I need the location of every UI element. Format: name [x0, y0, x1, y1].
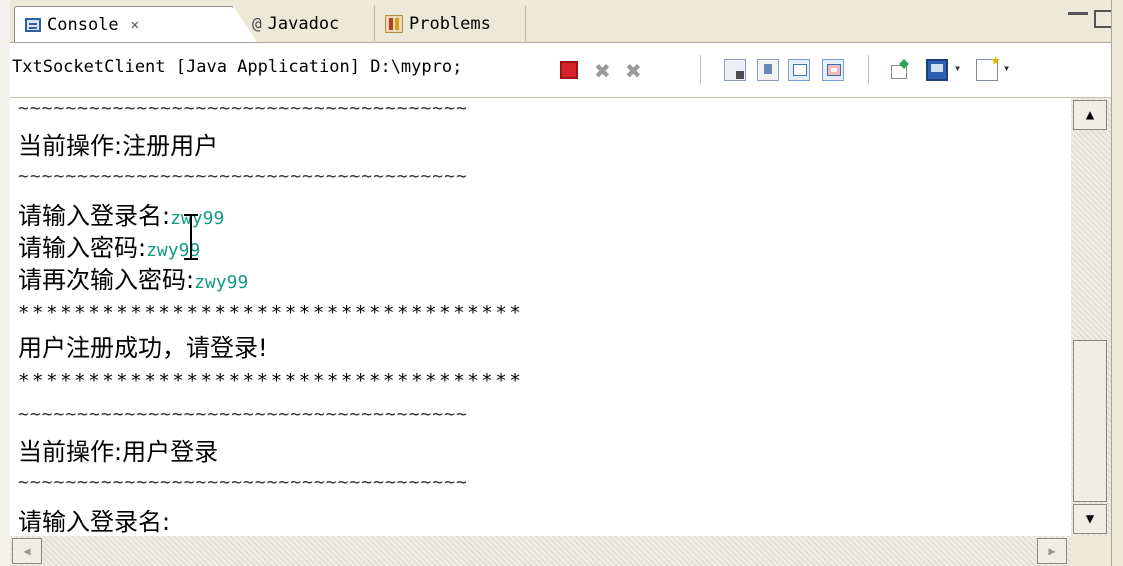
display-selected-console-icon[interactable] — [926, 59, 948, 81]
console-toolbar: TxtSocketClient [Java Application] D:\my… — [10, 43, 1111, 98]
terminate-icon[interactable] — [560, 61, 578, 79]
console-line: ~~~~~~~~~~~~~~~~~~~~~~~~~~~~~~~~~~~~~~ — [18, 472, 468, 493]
console-line: ************************************ — [18, 370, 524, 392]
show-stderr-icon[interactable] — [822, 59, 844, 81]
scroll-up-button[interactable]: ▲ — [1073, 100, 1107, 130]
clear-console-icon[interactable] — [724, 59, 746, 81]
vertical-scrollbar[interactable]: ▲ ▼ — [1071, 98, 1111, 536]
console-line: ~~~~~~~~~~~~~~~~~~~~~~~~~~~~~~~~~~~~~~ — [18, 404, 468, 425]
console-icon — [25, 17, 41, 32]
remove-launch-icon[interactable]: ✖ — [594, 59, 616, 83]
new-console-icon[interactable] — [976, 59, 998, 81]
input-value: zwy99 — [194, 272, 249, 293]
scrollbar-corner — [1071, 536, 1111, 566]
open-console-icon[interactable] — [889, 59, 911, 81]
toolbar-separator — [868, 55, 869, 85]
horizontal-scrollbar[interactable]: ◀ ▶ — [10, 536, 1071, 566]
process-label: TxtSocketClient [Java Application] D:\my… — [12, 57, 463, 77]
right-edge — [1111, 0, 1123, 566]
problems-icon — [385, 14, 403, 33]
eclipse-console-view: Console ✕ @ Javadoc Problems TxtSocketCl… — [0, 0, 1123, 566]
console-line: 用户注册成功，请登录! — [18, 334, 268, 362]
toolbar-separator — [700, 55, 701, 85]
tab-console[interactable]: Console ✕ — [14, 6, 257, 42]
input-value: zwy99 — [170, 208, 225, 229]
scroll-left-button[interactable]: ◀ — [12, 538, 42, 564]
console-line: ~~~~~~~~~~~~~~~~~~~~~~~~~~~~~~~~~~~~~~ — [18, 166, 468, 187]
console-line: ~~~~~~~~~~~~~~~~~~~~~~~~~~~~~~~~~~~~~~ — [18, 98, 468, 119]
scroll-down-button[interactable]: ▼ — [1073, 504, 1107, 534]
tab-javadoc-label: Javadoc — [267, 13, 340, 34]
prompt-login: 请输入登录名: — [18, 202, 171, 230]
tab-problems[interactable]: Problems — [374, 6, 526, 41]
tab-javadoc[interactable]: @ Javadoc — [244, 6, 370, 41]
close-icon[interactable]: ✕ — [131, 17, 139, 33]
chevron-down-icon[interactable]: ▾ — [1003, 61, 1025, 83]
console-line: ************************************ — [18, 302, 524, 324]
console-line: 请输入密码:zwy99 — [18, 228, 200, 263]
scroll-lock-icon[interactable] — [757, 59, 779, 81]
tab-bar: Console ✕ @ Javadoc Problems — [10, 0, 1114, 43]
prompt-password: 请输入密码: — [18, 234, 147, 262]
javadoc-icon: @ — [252, 14, 262, 33]
console-line: 当前操作:用户登录 — [18, 438, 219, 466]
prompt-password-again: 请再次输入密码: — [18, 266, 195, 294]
chevron-down-icon[interactable]: ▾ — [954, 61, 976, 83]
remove-all-launches-icon[interactable]: ✖ — [625, 59, 647, 83]
tab-problems-label: Problems — [409, 13, 491, 34]
console-line: 请再次输入密码:zwy99 — [18, 260, 248, 295]
pin-console-icon[interactable] — [788, 59, 810, 81]
scroll-right-button[interactable]: ▶ — [1037, 538, 1067, 564]
console-line: 当前操作:注册用户 — [18, 132, 219, 160]
minimize-button[interactable] — [1068, 4, 1088, 15]
text-cursor — [184, 214, 198, 260]
tab-console-label: Console — [47, 14, 119, 35]
console-line: 请输入登录名: — [18, 508, 171, 536]
console-output[interactable]: ~~~~~~~~~~~~~~~~~~~~~~~~~~~~~~~~~~~~~~ 当… — [10, 98, 1071, 536]
vertical-scroll-thumb[interactable] — [1073, 340, 1107, 502]
